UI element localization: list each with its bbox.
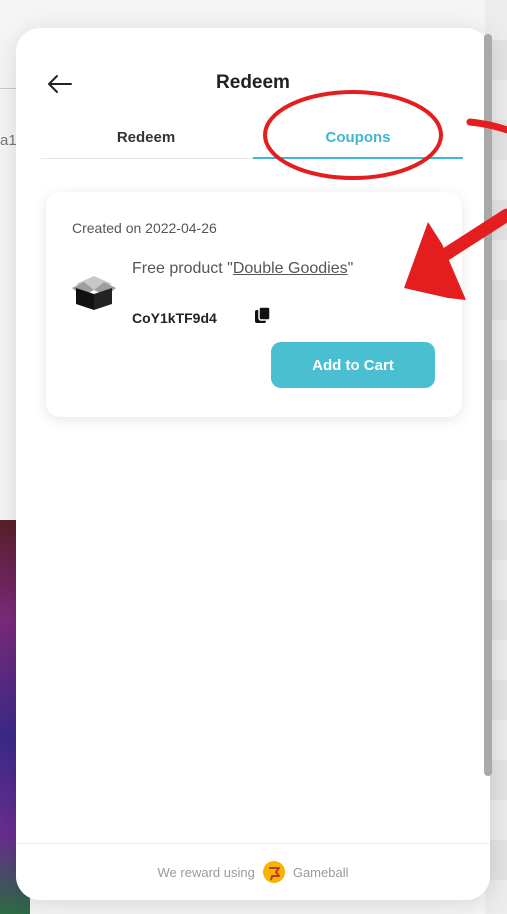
add-to-cart-button[interactable]: Add to Cart [271,342,435,388]
footer-brand: Gameball [292,864,349,880]
open-box-icon [72,276,116,310]
product-link[interactable]: Double Goodies [233,260,348,277]
product-suffix: " [347,260,354,277]
coupon-product: Free product "Double Goodies" [132,258,362,280]
coupon-code: CoY1kTF9d4 [132,310,217,326]
copy-icon[interactable] [254,306,272,324]
redeem-widget: Redeem Redeem Coupons Created on 2022-04… [16,28,490,900]
scrollbar[interactable] [484,34,492,776]
tab-bar: Redeem Coupons [41,116,463,160]
page-title: Redeem [216,72,290,93]
gameball-logo-icon [262,861,285,883]
product-prefix: Free product " [132,260,233,277]
tab-redeem[interactable]: Redeem [41,116,251,158]
footer: We reward using Gameball [16,843,490,900]
coupon-created-date: Created on 2022-04-26 [72,220,217,236]
background-cut-text: a1 [0,132,17,149]
footer-prefix: We reward using [157,864,255,880]
tab-coupons[interactable]: Coupons [253,116,463,158]
coupon-card: Created on 2022-04-26 Free product "Doub… [46,192,462,417]
tab-active-indicator [253,157,463,159]
